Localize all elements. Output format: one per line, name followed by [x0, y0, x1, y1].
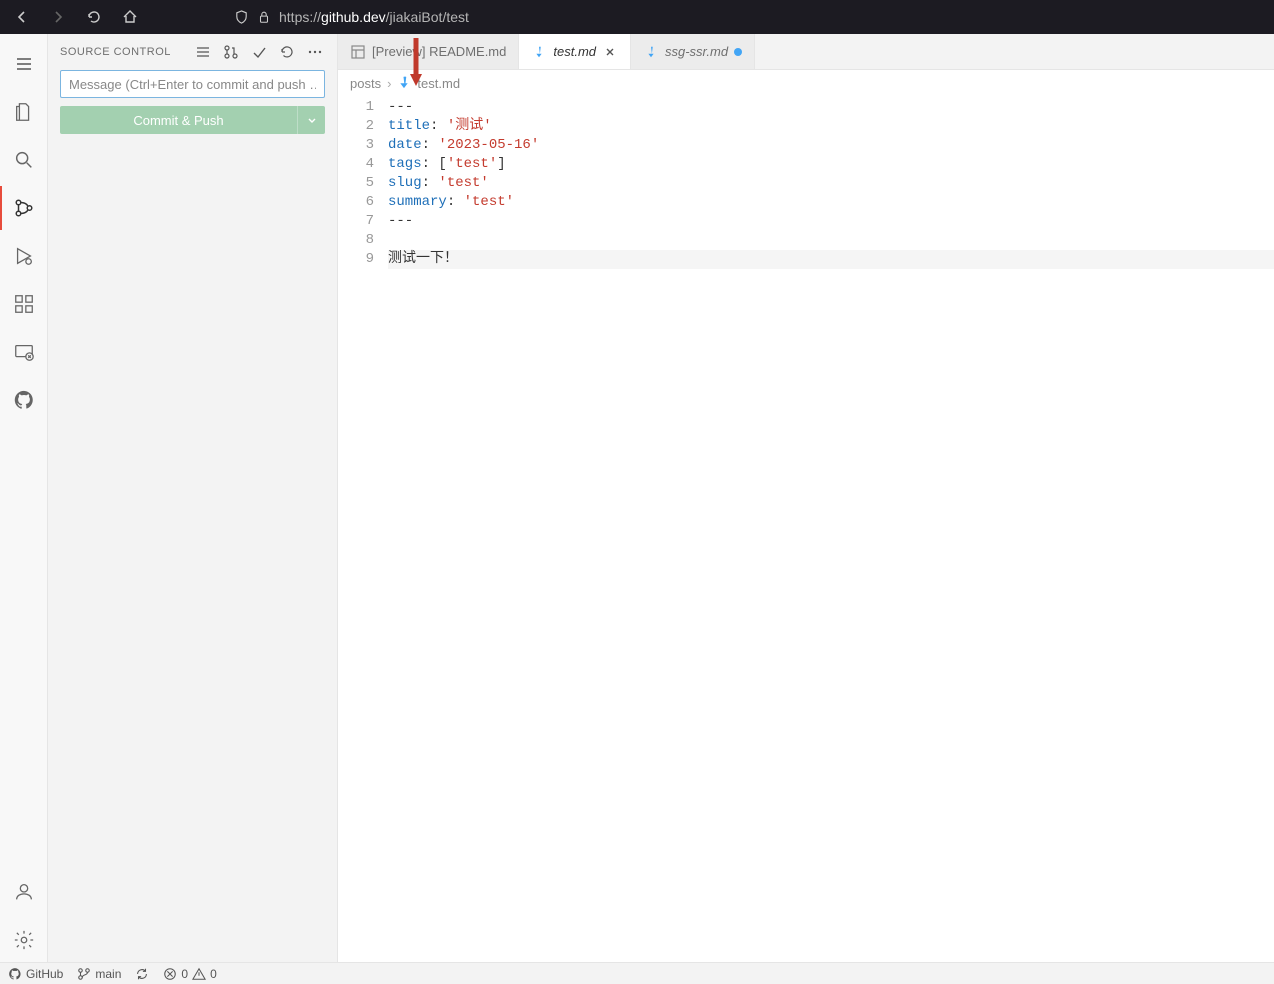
code-line[interactable] [388, 231, 1274, 250]
browser-toolbar: https://github.dev/jiakaiBot/test [0, 0, 1274, 34]
status-problems[interactable]: 0 0 [163, 967, 216, 981]
line-number: 5 [338, 174, 374, 193]
source-control-icon[interactable] [0, 186, 48, 230]
commit-message-input[interactable] [60, 70, 325, 98]
github-icon[interactable] [0, 378, 48, 422]
tab-ssg-ssr-md[interactable]: ssg-ssr.md [631, 34, 755, 69]
more-icon[interactable] [305, 42, 325, 62]
line-number: 1 [338, 98, 374, 117]
status-branch[interactable]: main [77, 967, 121, 981]
commit-dropdown-button[interactable] [297, 106, 325, 134]
explorer-icon[interactable] [0, 90, 48, 134]
commit-push-button[interactable]: Commit & Push [60, 106, 297, 134]
breadcrumb-folder: posts [350, 76, 381, 91]
tab-label: [Preview] README.md [372, 44, 506, 59]
status-sync[interactable] [135, 967, 149, 981]
code-line[interactable]: 测试一下！ [388, 250, 1274, 269]
chevron-right-icon: › [387, 76, 391, 91]
accounts-icon[interactable] [0, 870, 48, 914]
line-number: 3 [338, 136, 374, 155]
code-line[interactable]: --- [388, 212, 1274, 231]
editor-area: [Preview] README.md test.md ssg-ssr.md pos… [338, 34, 1274, 962]
tab--preview-readme-md[interactable]: [Preview] README.md [338, 34, 519, 69]
tab-test-md[interactable]: test.md [519, 34, 631, 69]
line-number: 4 [338, 155, 374, 174]
code-line[interactable]: summary: 'test' [388, 193, 1274, 212]
shield-icon[interactable] [234, 10, 249, 25]
line-number: 2 [338, 117, 374, 136]
status-bar: GitHub main 0 0 [0, 962, 1274, 984]
menu-button[interactable] [0, 42, 48, 86]
breadcrumb-file: test.md [417, 76, 460, 91]
sidebar-title: SOURCE CONTROL [60, 46, 171, 58]
code-line[interactable]: title: '测试' [388, 117, 1274, 136]
markdown-icon [643, 44, 659, 60]
code-line[interactable]: --- [388, 98, 1274, 117]
source-control-sidebar: SOURCE CONTROL Commit & Push [48, 34, 338, 962]
preview-icon [350, 44, 366, 60]
settings-icon[interactable] [0, 918, 48, 962]
status-github[interactable]: GitHub [8, 967, 63, 981]
remote-icon[interactable] [0, 330, 48, 374]
search-icon[interactable] [0, 138, 48, 182]
markdown-icon [531, 44, 547, 60]
code-editor[interactable]: 123456789 ---title: '测试'date: '2023-05-1… [338, 96, 1274, 962]
tab-label: ssg-ssr.md [665, 44, 728, 59]
activity-bar [0, 34, 48, 962]
breadcrumb[interactable]: posts › test.md [338, 70, 1274, 96]
code-line[interactable]: date: '2023-05-16' [388, 136, 1274, 155]
refresh-icon[interactable] [277, 42, 297, 62]
home-button[interactable] [118, 5, 142, 29]
code-line[interactable]: slug: 'test' [388, 174, 1274, 193]
extensions-icon[interactable] [0, 282, 48, 326]
tab-label: test.md [553, 44, 596, 59]
url-text[interactable]: https://github.dev/jiakaiBot/test [279, 9, 469, 25]
line-number: 9 [338, 250, 374, 269]
line-number: 8 [338, 231, 374, 250]
line-number: 6 [338, 193, 374, 212]
modified-dot-icon [734, 48, 742, 56]
reload-button[interactable] [82, 5, 106, 29]
commit-icon[interactable] [249, 42, 269, 62]
markdown-icon [397, 75, 411, 92]
code-line[interactable]: tags: ['test'] [388, 155, 1274, 174]
lock-icon[interactable] [257, 10, 271, 24]
close-icon[interactable] [602, 44, 618, 60]
view-as-tree-icon[interactable] [193, 42, 213, 62]
forward-button[interactable] [46, 5, 70, 29]
run-debug-icon[interactable] [0, 234, 48, 278]
tab-bar: [Preview] README.md test.md ssg-ssr.md [338, 34, 1274, 70]
create-pr-icon[interactable] [221, 42, 241, 62]
back-button[interactable] [10, 5, 34, 29]
line-number: 7 [338, 212, 374, 231]
